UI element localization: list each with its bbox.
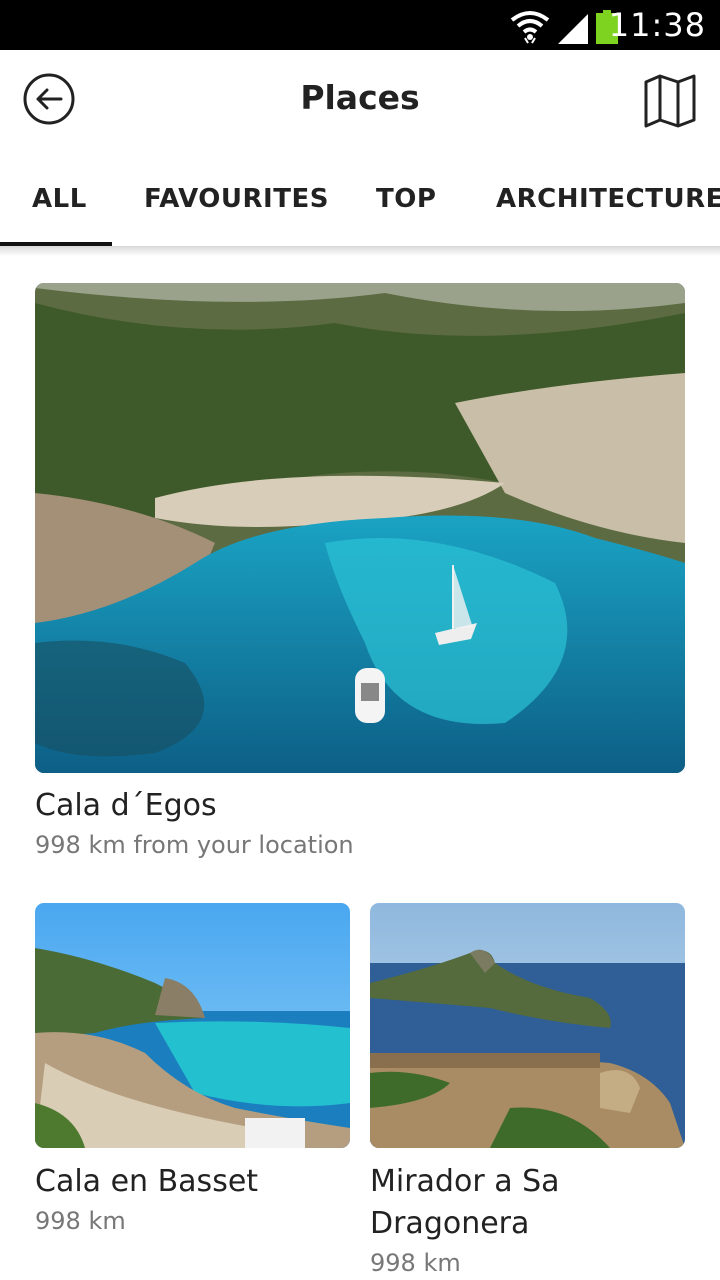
signal-icon xyxy=(558,14,588,44)
app-bar: Places xyxy=(0,50,720,150)
place-photo xyxy=(370,903,685,1148)
tab-all[interactable]: ALL xyxy=(32,184,87,214)
place-name: Mirador a Sa Dragonera xyxy=(370,1164,560,1241)
place-card-mirador-sa-dragonera[interactable]: Mirador a Sa Dragonera 998 km xyxy=(370,903,685,1280)
tab-architecture[interactable]: ARCHITECTURE xyxy=(496,184,720,214)
place-name: Cala d´Egos xyxy=(35,788,217,823)
tabs-divider xyxy=(0,246,720,256)
tab-favourites[interactable]: FAVOURITES xyxy=(144,184,329,214)
place-name: Cala en Basset xyxy=(35,1164,259,1199)
tab-top[interactable]: TOP xyxy=(376,184,436,214)
place-distance: 998 km from your location xyxy=(35,831,354,859)
place-card-cala-en-basset[interactable]: Cala en Basset 998 km xyxy=(35,903,350,1248)
wifi-icon xyxy=(510,11,550,44)
place-photo xyxy=(35,283,685,773)
tab-bar: ALL FAVOURITES TOP ARCHITECTURE xyxy=(0,150,720,248)
place-card-cala-degos[interactable]: Cala d´Egos 998 km from your location xyxy=(35,283,685,873)
status-bar: 11:38 xyxy=(0,0,720,50)
place-distance: 998 km xyxy=(370,1249,461,1277)
map-icon[interactable] xyxy=(642,72,698,128)
status-time: 11:38 xyxy=(608,6,706,44)
place-photo xyxy=(35,903,350,1148)
page-title: Places xyxy=(300,78,420,117)
place-distance: 998 km xyxy=(35,1207,126,1235)
